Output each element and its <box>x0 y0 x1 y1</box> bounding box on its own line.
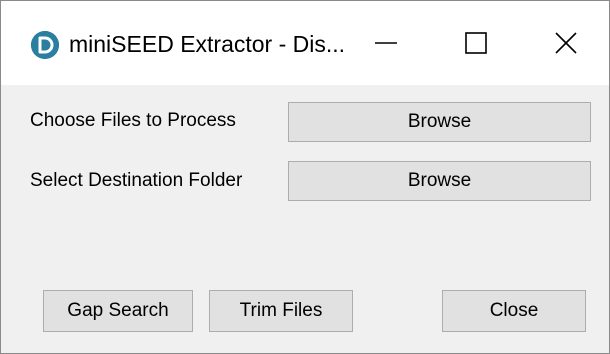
minimize-icon <box>375 42 397 44</box>
dialog-body: Choose Files to Process Browse Select De… <box>1 85 609 353</box>
browse-files-button[interactable]: Browse <box>288 102 591 142</box>
gap-search-button[interactable]: Gap Search <box>43 290 193 332</box>
close-button[interactable]: Close <box>442 290 586 332</box>
window-title: miniSEED Extractor - Dis... <box>69 31 346 57</box>
choose-files-label: Choose Files to Process <box>30 110 236 131</box>
app-icon <box>31 31 59 59</box>
maximize-icon <box>465 32 487 54</box>
maximize-button[interactable] <box>431 1 521 85</box>
title-bar[interactable]: miniSEED Extractor - Dis... <box>1 1 609 85</box>
destination-folder-label: Select Destination Folder <box>30 170 243 191</box>
trim-files-button[interactable]: Trim Files <box>209 290 353 332</box>
browse-destination-button[interactable]: Browse <box>288 161 591 201</box>
minimize-button[interactable] <box>341 1 431 85</box>
close-icon <box>555 32 577 54</box>
close-window-button[interactable] <box>521 1 610 85</box>
app-window: miniSEED Extractor - Dis... Choose Files… <box>0 0 610 354</box>
